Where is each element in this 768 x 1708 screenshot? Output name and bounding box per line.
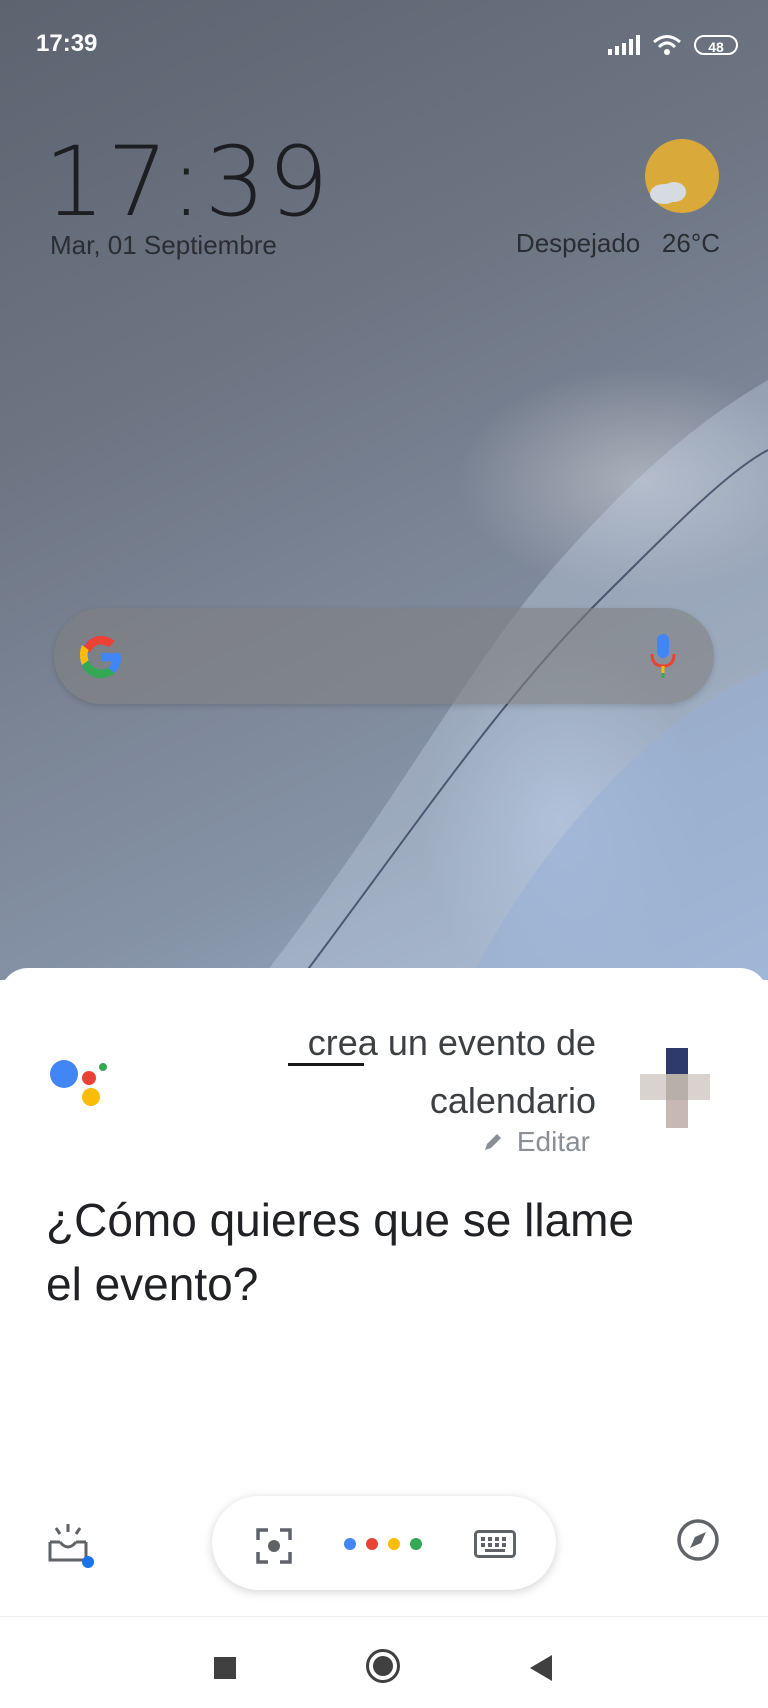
- edit-query-button[interactable]: Editar: [483, 1126, 590, 1158]
- navigation-bar: [0, 1616, 768, 1708]
- date-label: Mar, 01 Septiembre: [50, 230, 277, 260]
- user-query-line2: calendario: [429, 1080, 596, 1121]
- clock-widget[interactable]: 17:39: [44, 126, 331, 238]
- user-query: crea un evento de calendario: [256, 1014, 596, 1130]
- google-search-bar[interactable]: [54, 608, 714, 704]
- dot-green: [410, 1538, 422, 1550]
- keyboard-icon[interactable]: [474, 1530, 516, 1558]
- google-g-icon: [79, 635, 122, 679]
- status-icons: 48: [608, 34, 738, 56]
- query-underline: [288, 1063, 364, 1066]
- assistant-sheet: crea un evento de calendario Editar ¿Cóm…: [0, 968, 768, 1616]
- avatar[interactable]: [640, 1048, 710, 1128]
- lens-icon[interactable]: [254, 1526, 294, 1566]
- pencil-icon: [484, 1134, 501, 1150]
- home-button[interactable]: [366, 1649, 400, 1683]
- dot-blue: [344, 1538, 356, 1550]
- status-time: 17:39: [36, 30, 98, 57]
- battery-icon: 48: [694, 35, 738, 55]
- sun-cloud-icon[interactable]: [642, 138, 720, 216]
- mic-icon[interactable]: [648, 632, 678, 680]
- compass-icon[interactable]: [676, 1518, 720, 1562]
- signal-icon: [608, 35, 640, 55]
- voice-input-dots[interactable]: [344, 1538, 422, 1550]
- back-button[interactable]: [530, 1655, 552, 1681]
- snapshot-icon[interactable]: [46, 1520, 98, 1568]
- assistant-toolbar: [0, 1496, 768, 1596]
- weather-condition: Despejado: [515, 228, 641, 258]
- edit-label: Editar: [516, 1126, 590, 1157]
- assistant-input-pill: [212, 1496, 556, 1590]
- status-bar: 17:39 48: [0, 0, 768, 90]
- assistant-prompt: ¿Cómo quieres que se llame el evento?: [46, 1194, 635, 1310]
- weather-temperature: 26°C: [661, 228, 720, 258]
- recents-button[interactable]: [214, 1657, 236, 1679]
- dot-red: [366, 1538, 378, 1550]
- dot-yellow: [388, 1538, 400, 1550]
- weather-info[interactable]: Despejado 26°C: [516, 228, 720, 259]
- google-assistant-icon: [50, 1060, 107, 1106]
- wifi-icon: [653, 35, 681, 55]
